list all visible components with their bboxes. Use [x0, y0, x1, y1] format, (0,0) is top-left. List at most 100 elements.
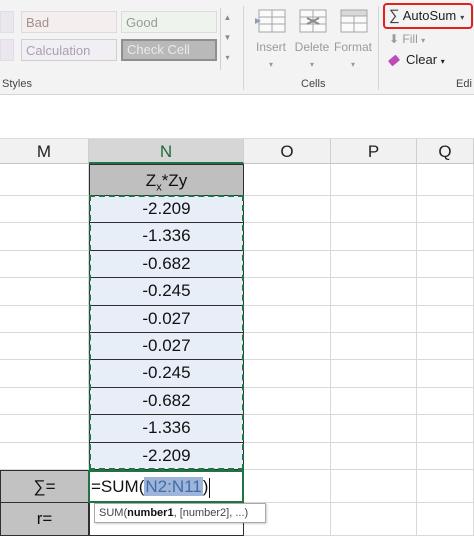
grid-cell[interactable] [0, 333, 89, 361]
grid-cell[interactable] [417, 196, 474, 224]
tooltip-rest: , [number2], ...) [173, 507, 249, 519]
grid-cell[interactable] [0, 387, 89, 416]
formula-suffix: ) [202, 477, 209, 496]
grid-cell[interactable] [417, 360, 474, 388]
column-header-o[interactable]: O [244, 138, 331, 164]
grid-cell[interactable] [331, 442, 417, 470]
clear-label: Clear [406, 52, 438, 67]
grid-cell[interactable] [244, 305, 331, 333]
grid-cell[interactable] [331, 164, 417, 196]
grid-cell[interactable] [417, 305, 474, 333]
autosum-button[interactable]: ∑ AutoSum ▾ [383, 3, 473, 29]
grid-cell[interactable] [331, 223, 417, 251]
insert-label: Insert [255, 40, 286, 54]
grid-cell[interactable] [244, 442, 331, 470]
fill-label: Fill [402, 32, 418, 46]
styles-gallery-scroll[interactable]: ▲ ▼ ▾ [220, 8, 234, 70]
blank-area [0, 96, 474, 138]
insert-button[interactable]: Insert ▾ [249, 8, 293, 69]
grid-cell[interactable] [244, 333, 331, 361]
column-header-n[interactable]: N [89, 138, 244, 164]
n-value-cell[interactable]: -2.209 [89, 196, 244, 224]
style-bad[interactable]: Bad [21, 11, 117, 33]
gallery-more-icon[interactable]: ▾ [221, 48, 234, 68]
grid-cell[interactable] [417, 250, 474, 279]
style-partial-1[interactable] [0, 11, 14, 33]
delete-button[interactable]: Delete ▾ [290, 8, 334, 69]
grid-cell[interactable] [0, 305, 89, 333]
active-cell-editor[interactable]: =SUM(N2:N11) [88, 470, 244, 503]
grid-cell[interactable] [417, 333, 474, 361]
grid-cell[interactable] [331, 387, 417, 416]
grid-cell[interactable] [244, 164, 331, 196]
grid-cell[interactable] [0, 442, 89, 470]
n-value-cell[interactable]: -0.245 [89, 360, 244, 388]
grid-cell[interactable] [331, 278, 417, 306]
grid-cell[interactable] [0, 415, 89, 443]
style-partial-2[interactable] [0, 39, 14, 61]
n-value-cell[interactable]: -0.027 [89, 333, 244, 361]
grid-cell[interactable] [417, 415, 474, 443]
autosum-label: AutoSum [402, 8, 457, 23]
grid-cell[interactable] [331, 196, 417, 224]
grid-cell[interactable] [331, 503, 417, 536]
n-value-cell[interactable]: -0.027 [89, 305, 244, 333]
n-value-cell[interactable]: -1.336 [89, 415, 244, 443]
grid-cell[interactable] [331, 415, 417, 443]
chevron-down-icon[interactable]: ▾ [460, 13, 464, 22]
grid-cell[interactable] [417, 164, 474, 196]
grid-cell[interactable] [244, 250, 331, 279]
grid-cell[interactable] [417, 387, 474, 416]
chevron-down-icon: ▾ [268, 60, 273, 69]
n-value-cell[interactable]: -0.245 [89, 278, 244, 306]
grid-cell[interactable] [331, 360, 417, 388]
grid-cell[interactable] [244, 360, 331, 388]
grid-cell[interactable] [0, 196, 89, 224]
grid-cell[interactable] [244, 415, 331, 443]
grid-cell[interactable] [244, 470, 331, 503]
grid-cell[interactable] [417, 442, 474, 470]
r-label-cell[interactable]: r= [0, 503, 89, 536]
scroll-down-icon[interactable]: ▼ [221, 28, 234, 48]
fill-down-icon: ⬇ [389, 32, 400, 46]
grid-cell[interactable] [417, 470, 474, 503]
grid-cell[interactable] [0, 278, 89, 306]
format-button[interactable]: Format ▾ [331, 8, 375, 69]
ribbon-divider [378, 6, 379, 90]
column-header-p[interactable]: P [331, 138, 417, 164]
grid-cell[interactable] [244, 387, 331, 416]
chevron-down-icon: ▾ [309, 60, 314, 69]
grid-cell[interactable] [417, 278, 474, 306]
ribbon: Bad Good Calculation Check Cell ▲ ▼ ▾ St… [0, 0, 474, 95]
editing-group-label: Edi [456, 78, 472, 90]
sigma-icon: ∑ [389, 7, 400, 24]
grid-cell[interactable] [331, 470, 417, 503]
style-check-cell[interactable]: Check Cell [121, 39, 217, 61]
grid-cell[interactable] [244, 278, 331, 306]
grid-cell[interactable] [244, 196, 331, 224]
style-good[interactable]: Good [121, 11, 217, 33]
grid-cell[interactable] [244, 223, 331, 251]
clear-button[interactable]: Clear ▾ [387, 52, 445, 67]
grid-cell[interactable] [331, 333, 417, 361]
grid-cell[interactable] [331, 305, 417, 333]
grid-cell[interactable] [0, 250, 89, 279]
grid-cell[interactable] [0, 360, 89, 388]
grid-cell[interactable] [417, 503, 474, 536]
tooltip-prefix: SUM( [99, 507, 128, 519]
sum-label-cell[interactable]: ∑= [0, 470, 89, 503]
n-header-cell[interactable]: Zx*Zy [89, 164, 244, 196]
style-calculation[interactable]: Calculation [21, 39, 117, 61]
column-header-m[interactable]: M [0, 138, 89, 164]
n-value-cell[interactable]: -1.336 [89, 223, 244, 251]
grid-cell[interactable] [0, 164, 89, 196]
n-value-cell[interactable]: -2.209 [89, 442, 244, 470]
column-header-q[interactable]: Q [417, 138, 474, 164]
n-value-cell[interactable]: -0.682 [89, 387, 244, 416]
grid-cell[interactable] [417, 223, 474, 251]
n-value-cell[interactable]: -0.682 [89, 250, 244, 279]
grid-cell[interactable] [331, 250, 417, 279]
grid-cell[interactable] [0, 223, 89, 251]
scroll-up-icon[interactable]: ▲ [221, 8, 234, 28]
fill-button[interactable]: ⬇ Fill ▾ [389, 32, 425, 46]
